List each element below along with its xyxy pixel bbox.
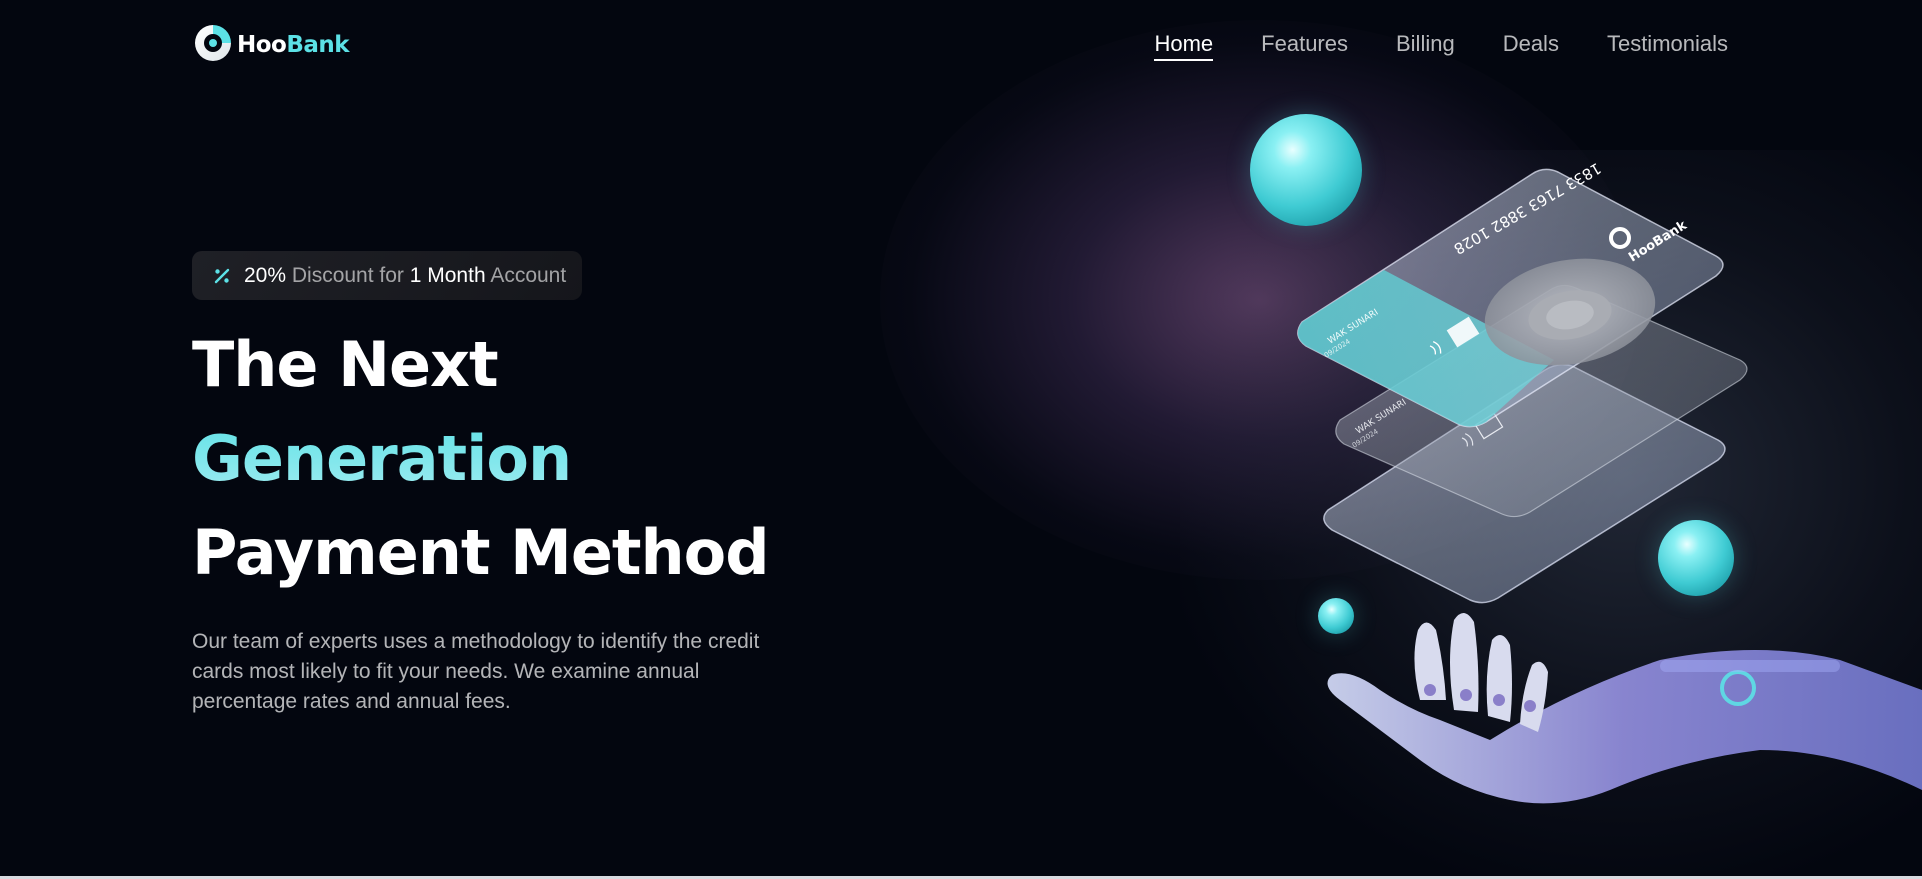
nav-links: Home Features Billing Deals Testimonials xyxy=(1106,30,1728,61)
hoobank-logo-icon xyxy=(195,25,231,61)
hero-title-line-3: Payment Method xyxy=(192,516,770,589)
hero-page: HooBank Home Features Billing Deals Test… xyxy=(0,0,1922,879)
nav-link-billing[interactable]: Billing xyxy=(1396,30,1455,61)
nav-link-testimonials[interactable]: Testimonials xyxy=(1607,30,1728,61)
nav-link-features[interactable]: Features xyxy=(1261,30,1348,61)
brand-name-part2: Bank xyxy=(286,32,350,58)
percent-icon xyxy=(210,264,234,288)
navbar: HooBank Home Features Billing Deals Test… xyxy=(0,0,1922,86)
nav-link-home[interactable]: Home xyxy=(1154,30,1214,61)
brand-logo[interactable]: HooBank xyxy=(192,22,350,64)
nav-link-deals[interactable]: Deals xyxy=(1503,30,1559,61)
brand-name: HooBank xyxy=(237,32,350,58)
hero-title-line-2: Generation xyxy=(192,412,572,506)
discount-duration: 1 Month xyxy=(409,263,486,287)
discount-percent: 20% xyxy=(244,263,287,287)
brand-name-part1: Hoo xyxy=(237,32,287,58)
discount-badge: 20% Discount for 1 Month Account xyxy=(192,251,582,300)
hero-title-line-1: The Next xyxy=(192,328,499,401)
hero-description: Our team of experts uses a methodology t… xyxy=(192,630,760,713)
discount-text-2: Account xyxy=(485,263,567,287)
credit-card-stack: WAK SUNARI 09/2024 WAK SUNARI 09/2024 18… xyxy=(1297,159,1922,804)
discount-text-1: Discount for xyxy=(286,263,410,287)
hero-illustration: WAK SUNARI 09/2024 WAK SUNARI 09/2024 18… xyxy=(1240,100,1922,879)
robot-hand-icon xyxy=(1327,612,1922,804)
